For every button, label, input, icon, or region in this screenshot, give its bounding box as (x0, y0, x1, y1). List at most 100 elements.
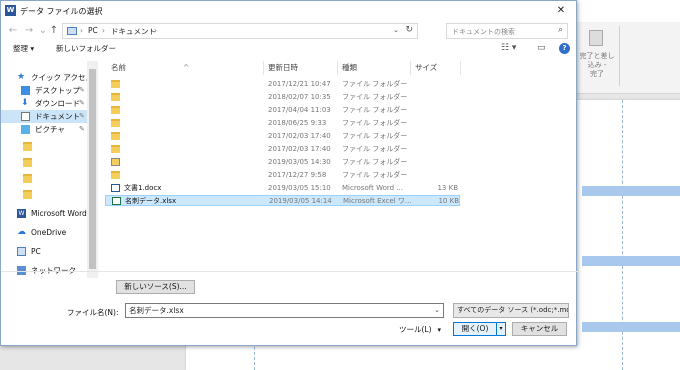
file-type: ファイル フォルダー (342, 80, 408, 88)
search-placeholder: ドキュメントの検索 (452, 28, 515, 36)
filename-label: ファイル名(N): (67, 308, 119, 317)
search-icon: ⌕ (557, 25, 563, 35)
file-date: 2017/02/03 17:40 (268, 145, 331, 153)
merge-field-band (582, 186, 680, 196)
pin-icon[interactable]: ✎ (79, 123, 85, 136)
merge-field-band (582, 256, 680, 266)
sidebar-item-folder[interactable] (1, 188, 87, 201)
sidebar-item-label: OneDrive (31, 228, 67, 237)
breadcrumb-documents[interactable]: ドキュメント (111, 26, 156, 37)
breadcrumb-separator: › (102, 26, 105, 35)
folder-icon (111, 93, 120, 101)
finish-merge-icon (589, 30, 603, 46)
organize-button[interactable]: 整理 ▾ (13, 43, 34, 54)
sidebar-item-pc[interactable]: PC (1, 245, 87, 258)
word-app-icon: W (5, 5, 16, 16)
file-row[interactable]: 2017/02/03 17:40 ファイル フォルダー (105, 131, 460, 142)
pc-icon (67, 27, 77, 35)
dialog-title: データ ファイルの選択 (20, 7, 103, 16)
help-icon[interactable]: ? (559, 43, 570, 54)
filename-input[interactable]: 名刺データ.xlsx ⌄ (125, 303, 444, 318)
navigation-bar: ← → ⌄ ↑ › PC › ドキュメント › ⌄ ↻ ドキュメントの検索 ⌕ (1, 21, 578, 43)
file-row[interactable]: 2019/03/05 14:30 ファイル フォルダー (105, 157, 460, 168)
desktop-icon (21, 86, 30, 95)
column-header-name[interactable]: 名前 (111, 61, 126, 75)
filetype-select[interactable]: すべてのデータ ソース (*.odc;*.mdb (453, 303, 569, 318)
up-arrow-icon[interactable]: ↑ (48, 25, 60, 37)
sidebar-item-folder[interactable] (1, 172, 87, 185)
refresh-icon[interactable]: ↻ (405, 25, 413, 35)
dialog-titlebar[interactable]: W データ ファイルの選択 ✕ (1, 1, 576, 21)
file-type: ファイル フォルダー (342, 145, 408, 153)
select-data-file-dialog: W データ ファイルの選択 ✕ ← → ⌄ ↑ › PC › ドキュメント › … (0, 0, 578, 346)
file-row[interactable]: 2017/04/04 11:03 ファイル フォルダー (105, 105, 460, 116)
column-header-date[interactable]: 更新日時 (268, 61, 298, 75)
column-separator[interactable] (337, 61, 338, 75)
sidebar-item-folder[interactable] (1, 140, 87, 153)
file-row[interactable]: 2017/12/27 9:58 ファイル フォルダー (105, 170, 460, 181)
column-separator[interactable] (460, 61, 461, 75)
scrollbar-thumb[interactable] (89, 69, 96, 269)
sidebar-item-label: ドキュメント (35, 112, 80, 121)
sidebar-item-pictures[interactable]: ピクチャ ✎ (1, 123, 87, 136)
sidebar-item-label: デスクトップ (35, 86, 80, 95)
tools-menu[interactable]: ツール(L) ▾ (399, 324, 441, 335)
file-date: 2017/12/27 9:58 (268, 171, 327, 179)
pin-icon[interactable]: ✎ (79, 97, 85, 110)
cancel-button[interactable]: キャンセル (512, 322, 567, 336)
sidebar-item-label: クイック アクセス (31, 73, 94, 82)
sidebar-item-folder[interactable] (1, 156, 87, 169)
new-source-button[interactable]: 新しいソース(S)... (116, 280, 195, 294)
file-row[interactable]: 2017/12/21 10:47 ファイル フォルダー (105, 79, 460, 90)
chevron-down-icon[interactable]: ⌄ (434, 304, 440, 317)
view-options-icon[interactable]: ☷ ▾ (501, 43, 516, 53)
column-header-size[interactable]: サイズ (415, 61, 437, 75)
file-date: 2017/02/03 17:40 (268, 132, 331, 140)
pc-icon (17, 247, 26, 256)
word-ribbon: 完了と差し込み - 完了 (575, 22, 680, 94)
filename-value: 名刺データ.xlsx (129, 306, 184, 315)
close-button[interactable]: ✕ (554, 4, 568, 18)
file-name: 名刺データ.xlsx (125, 197, 177, 205)
word-icon: W (17, 209, 26, 218)
column-separator[interactable] (410, 61, 411, 75)
file-row[interactable]: 2017/02/03 17:40 ファイル フォルダー (105, 144, 460, 155)
finish-merge-label: 完了と差し込み - (579, 52, 615, 69)
folder-icon (23, 158, 32, 167)
address-bar[interactable]: › PC › ドキュメント › ⌄ ↻ (62, 23, 418, 39)
file-type: ファイル フォルダー (342, 119, 408, 127)
preview-pane-icon[interactable]: ▭ (537, 43, 546, 53)
column-separator[interactable] (263, 61, 264, 75)
sidebar-scrollbar[interactable] (87, 61, 98, 278)
file-row[interactable]: 文書1.docx 2019/03/05 15:10 Microsoft Word… (105, 183, 460, 194)
address-dropdown-icon[interactable]: ⌄ (393, 26, 399, 34)
file-row[interactable]: 2018/06/25 9:33 ファイル フォルダー (105, 118, 460, 129)
file-row-selected[interactable]: 名刺データ.xlsx 2019/03/05 14:14 Microsoft Ex… (105, 195, 460, 206)
sidebar-item-desktop[interactable]: デスクトップ ✎ (1, 84, 87, 97)
folder-icon (111, 106, 120, 114)
sidebar-item-microsoft-word[interactable]: W Microsoft Word (1, 207, 87, 220)
sort-arrow-icon: ^ (183, 63, 190, 72)
file-row[interactable]: 2018/02/07 10:35 ファイル フォルダー (105, 92, 460, 103)
finish-merge-button[interactable]: 完了と差し込み - 完了 (579, 52, 615, 79)
column-header-type[interactable]: 種類 (342, 61, 357, 75)
open-options-dropdown[interactable]: ▾ (496, 322, 506, 336)
file-type: ファイル フォルダー (342, 106, 408, 114)
pin-icon[interactable]: ✎ (79, 110, 85, 123)
sidebar-item-documents[interactable]: ドキュメント ✎ (1, 110, 87, 123)
open-button[interactable]: 開く(O) (453, 322, 497, 336)
breadcrumb-separator: › (80, 26, 83, 35)
search-box[interactable]: ドキュメントの検索 ⌕ (446, 23, 568, 39)
breadcrumb-separator: › (154, 26, 157, 35)
forward-arrow-icon[interactable]: → (23, 25, 35, 37)
breadcrumb-pc[interactable]: PC (88, 26, 98, 35)
sidebar-item-quick-access[interactable]: ★ クイック アクセス (1, 71, 93, 84)
ribbon-separator (619, 26, 620, 86)
new-folder-button[interactable]: 新しいフォルダー (56, 43, 116, 54)
back-arrow-icon[interactable]: ← (7, 25, 19, 37)
pin-icon[interactable]: ✎ (79, 84, 85, 97)
folder-icon (111, 80, 120, 88)
sidebar-item-downloads[interactable]: ⬇ ダウンロード ✎ (1, 97, 87, 110)
folder-icon (23, 142, 32, 151)
sidebar-item-onedrive[interactable]: ☁ OneDrive (1, 226, 87, 239)
